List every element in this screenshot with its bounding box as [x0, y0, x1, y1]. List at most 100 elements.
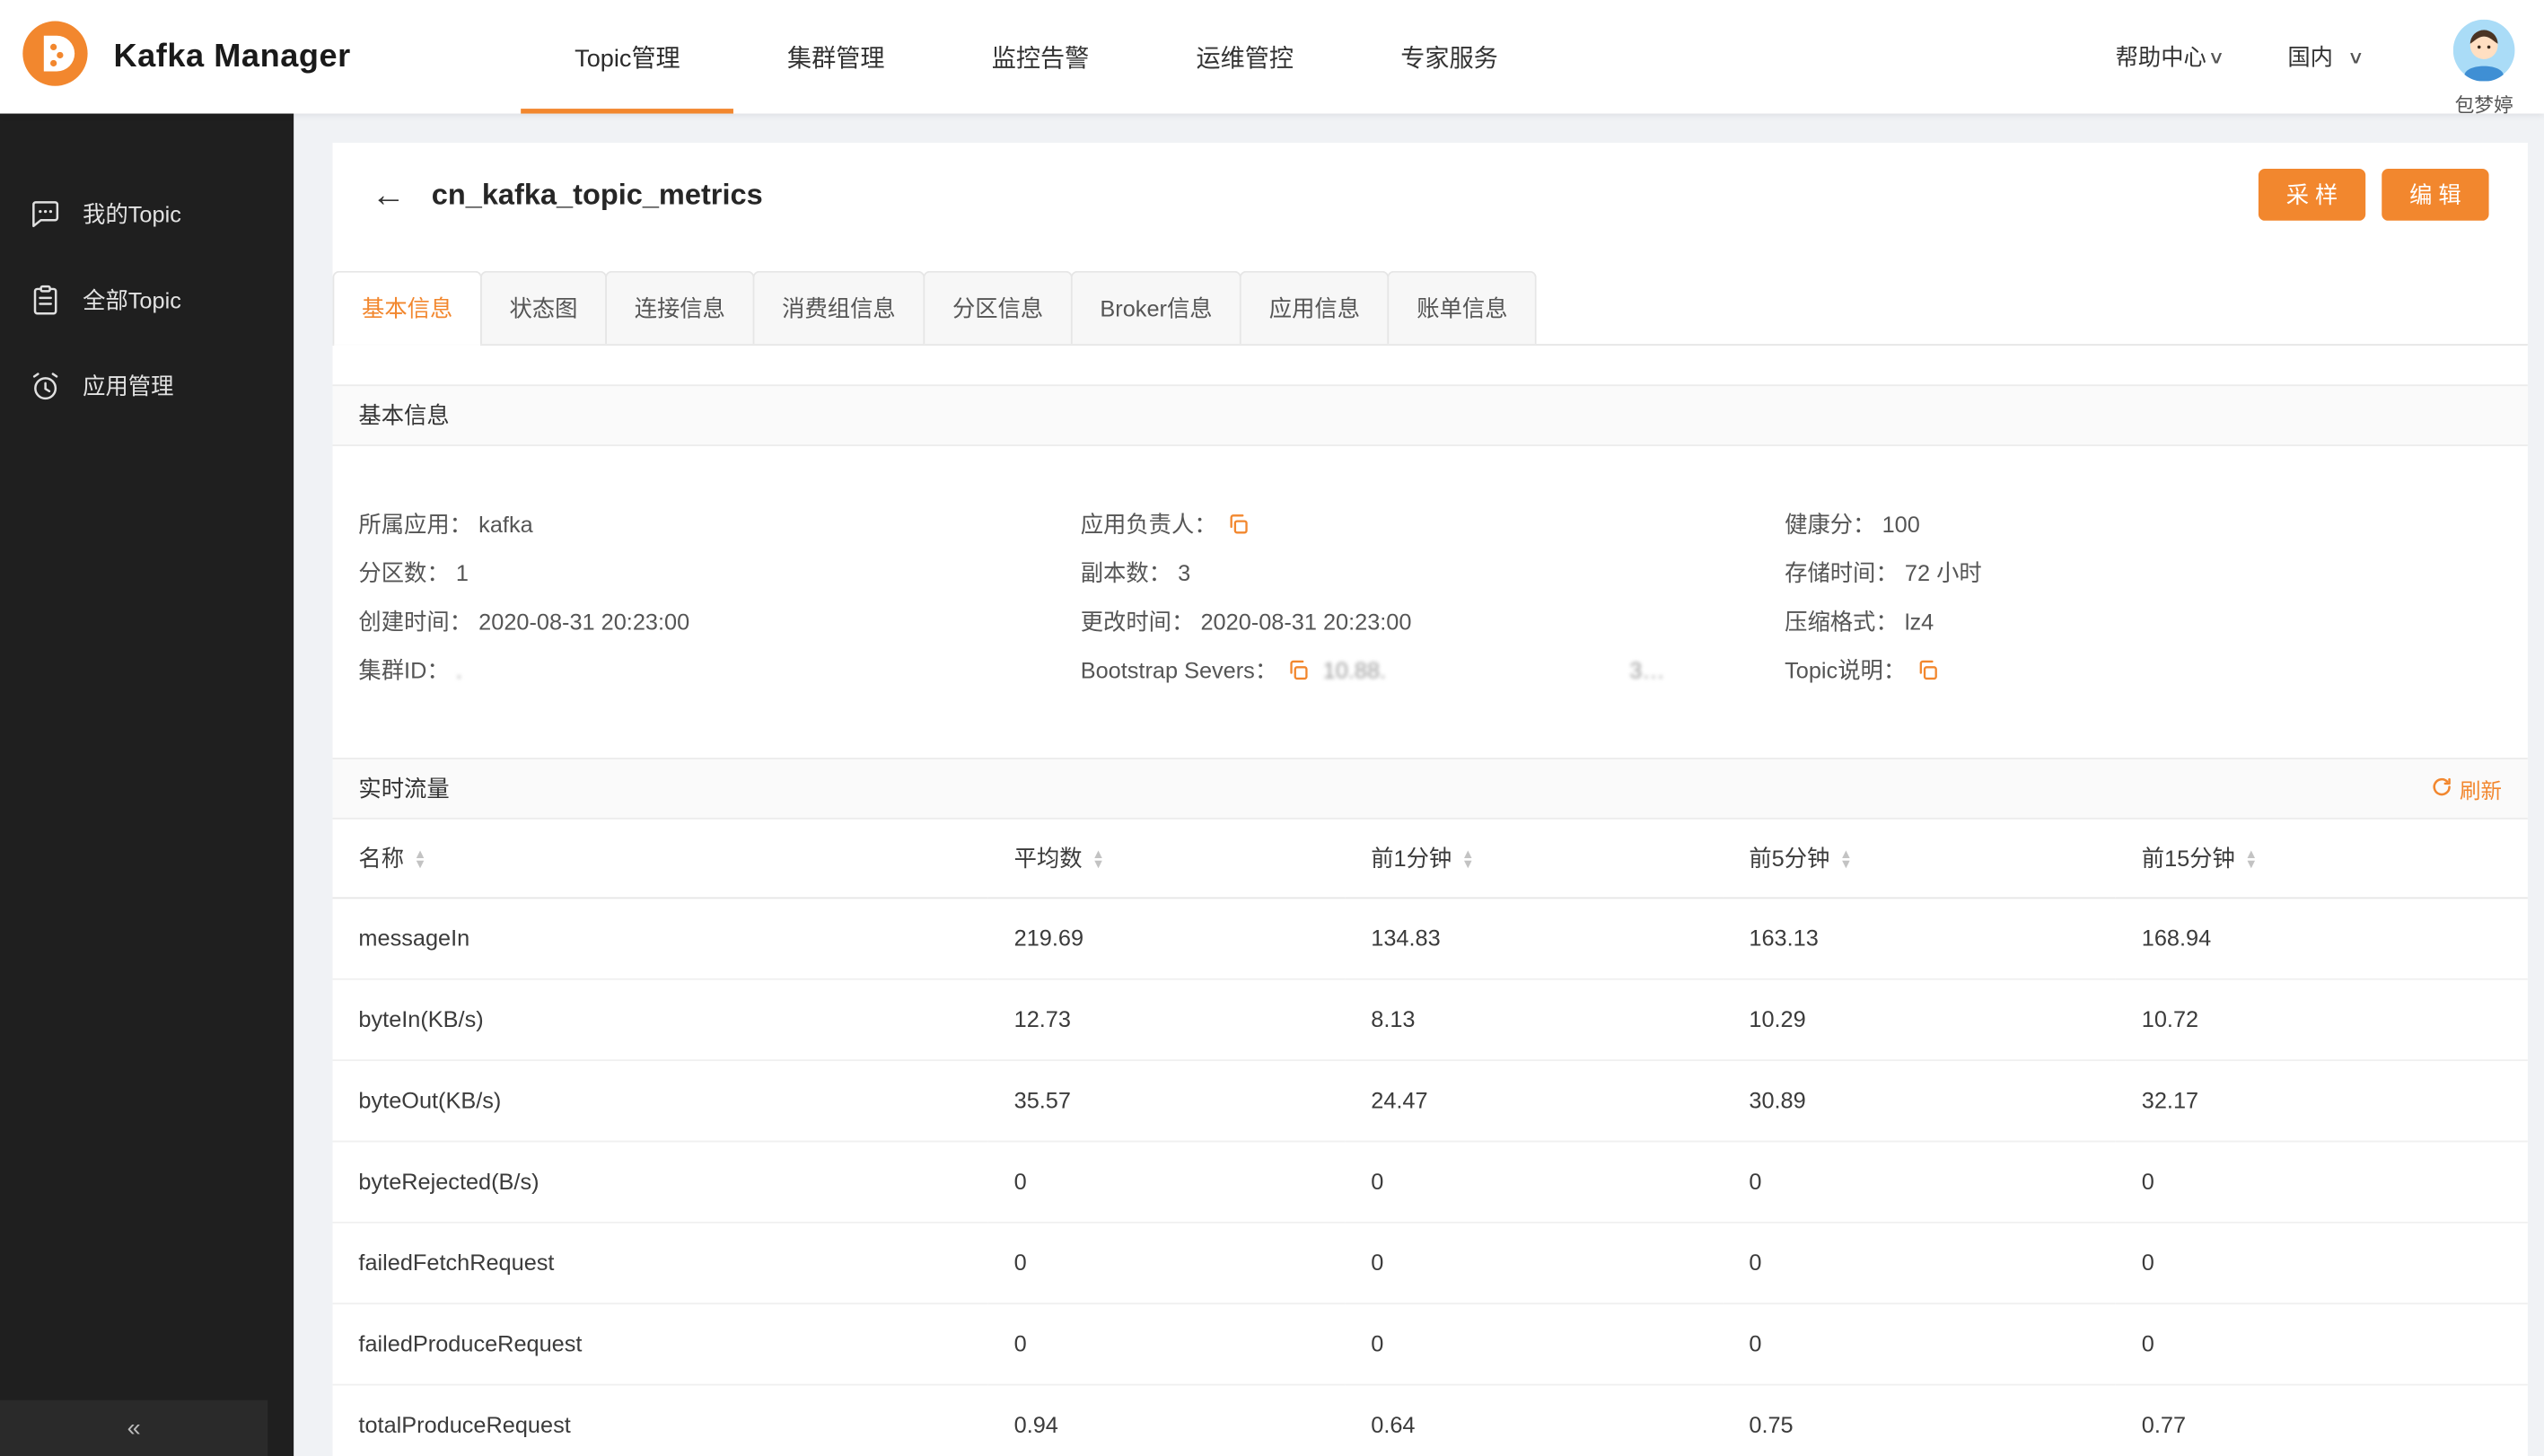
info-item-cluster-id: 集群ID： . — [358, 656, 462, 683]
page-title-row: ← cn_kafka_topic_metrics 采 样 编 辑 — [333, 143, 2528, 247]
tab-connection-info[interactable]: 连接信息 — [605, 270, 755, 345]
sidebar-item-app-management[interactable]: 应用管理 — [0, 342, 294, 428]
nav-item-expert-service[interactable]: 专家服务 — [1347, 0, 1552, 114]
help-center-menu[interactable]: 帮助中心 ∨ — [2115, 40, 2225, 73]
copy-icon[interactable] — [1226, 513, 1249, 535]
nav-label: 运维管控 — [1196, 44, 1294, 73]
chevron-down-icon: ∨ — [2347, 48, 2364, 68]
app-logo-icon — [20, 17, 92, 97]
edit-button[interactable]: 编 辑 — [2382, 168, 2489, 221]
nav-label: 监控告警 — [991, 44, 1090, 73]
table-header-row: 名称 ▲ ▼ 平均数 ▲ ▼ 前1分钟 ▲ ▼ 前5分钟 ▲ ▼ 前15分钟 ▲ ▼ — [332, 819, 2528, 899]
cell-last-5min: 0 — [1723, 1303, 2116, 1385]
sidebar-item-my-topics[interactable]: 我的Topic — [0, 171, 294, 257]
tab-broker-info[interactable]: Broker信息 — [1070, 270, 1242, 345]
section-title: 基本信息 — [358, 402, 450, 429]
column-header-last-1min[interactable]: 前1分钟 ▲ ▼ — [1345, 819, 1724, 899]
user-avatar — [2452, 18, 2515, 89]
app-logo-link[interactable]: Kafka Manager — [20, 17, 351, 97]
section-title: 实时流量 — [358, 775, 450, 802]
chevron-down-icon: ∨ — [2207, 48, 2225, 68]
sidebar-collapse-button[interactable]: « — [0, 1399, 268, 1456]
sidebar-item-label: 应用管理 — [83, 372, 174, 399]
cell-last-15min: 0 — [2115, 1221, 2528, 1304]
help-center-label: 帮助中心 — [2115, 43, 2206, 70]
section-header-basic-info: 基本信息 — [332, 384, 2528, 447]
nav-item-cluster-management[interactable]: 集群管理 — [733, 0, 938, 114]
info-item-owner: 应用负责人： — [1081, 500, 1785, 548]
cell-metric-name: failedFetchRequest — [332, 1221, 988, 1304]
cell-last-15min: 0.77 — [2115, 1383, 2528, 1456]
tab-label: Broker信息 — [1100, 294, 1213, 321]
user-name: 包梦婷 — [2454, 92, 2513, 117]
nav-item-ops-control[interactable]: 运维管控 — [1143, 0, 1347, 114]
tab-label: 分区信息 — [952, 294, 1044, 321]
tab-status-chart[interactable]: 状态图 — [479, 270, 607, 345]
table-row: totalProduceRequest 0.94 0.64 0.75 0.77 — [332, 1383, 2528, 1456]
sample-button[interactable]: 采 样 — [2258, 168, 2366, 221]
column-header-last-5min[interactable]: 前5分钟 ▲ ▼ — [1723, 819, 2116, 899]
table-row: messageIn 219.69 134.83 163.13 168.94 — [332, 897, 2528, 979]
title-actions: 采 样 编 辑 — [2258, 168, 2489, 221]
sort-icons: ▲ ▼ — [1092, 846, 1105, 872]
tab-partition-info[interactable]: 分区信息 — [923, 270, 1073, 345]
tab-label: 应用信息 — [1268, 294, 1361, 321]
cell-average: 12.73 — [987, 978, 1346, 1061]
page-title: cn_kafka_topic_metrics — [431, 177, 763, 211]
sort-icons: ▲ ▼ — [2244, 846, 2258, 872]
region-selector[interactable]: 国内 ∨ — [2287, 40, 2364, 73]
basic-info-grid: 所属应用： kafka 应用负责人： 健康分： 100 分区数： 1 副本数： … — [333, 446, 2528, 727]
cell-average: 0 — [987, 1303, 1346, 1385]
tab-consumer-group-info[interactable]: 消费组信息 — [752, 270, 925, 345]
sort-icons: ▲ ▼ — [1839, 846, 1853, 872]
cell-last-1min: 0 — [1345, 1303, 1724, 1385]
cell-metric-name: totalProduceRequest — [332, 1383, 988, 1456]
table-row: byteRejected(B/s) 0 0 0 0 — [332, 1140, 2528, 1223]
column-header-name[interactable]: 名称 ▲ ▼ — [332, 819, 988, 899]
column-header-last-15min[interactable]: 前15分钟 ▲ ▼ — [2115, 819, 2528, 899]
sidebar-item-label: 我的Topic — [83, 200, 181, 227]
sidebar: 我的Topic 全部Topic 应用管理 « — [0, 113, 294, 1456]
top-nav: Topic管理 集群管理 监控告警 运维管控 专家服务 — [521, 0, 1552, 114]
cell-last-5min: 0 — [1723, 1140, 2116, 1223]
column-header-average[interactable]: 平均数 ▲ ▼ — [987, 819, 1346, 899]
cell-last-5min: 0.75 — [1723, 1383, 2116, 1456]
tab-label: 基本信息 — [362, 294, 453, 321]
refresh-button[interactable]: 刷新 — [2430, 773, 2502, 803]
info-item-bootstrap-servers: Bootstrap Severs： 10.88. 3… — [1080, 656, 1665, 683]
info-item-partitions: 分区数： 1 — [358, 559, 469, 586]
sort-icons: ▲ ▼ — [1461, 846, 1475, 872]
tab-basic-info[interactable]: 基本信息 — [332, 270, 482, 346]
nav-item-monitor-alerts[interactable]: 监控告警 — [938, 0, 1143, 114]
tab-billing-info[interactable]: 账单信息 — [1387, 270, 1538, 345]
alarm-icon — [28, 367, 64, 403]
sidebar-item-all-topics[interactable]: 全部Topic — [0, 257, 294, 343]
cell-last-15min: 10.72 — [2115, 978, 2528, 1061]
nav-item-topic-management[interactable]: Topic管理 — [521, 0, 734, 114]
cell-last-1min: 134.83 — [1345, 897, 1724, 979]
sort-icons: ▲ ▼ — [413, 846, 427, 872]
metrics-table: 名称 ▲ ▼ 平均数 ▲ ▼ 前1分钟 ▲ ▼ 前5分钟 ▲ ▼ 前15分钟 ▲ ▼ message… — [332, 819, 2528, 1456]
nav-label: Topic管理 — [575, 44, 680, 73]
region-label: 国内 — [2287, 43, 2333, 70]
cell-last-1min: 0.64 — [1345, 1383, 1724, 1456]
table-row: byteOut(KB/s) 35.57 24.47 30.89 32.17 — [332, 1059, 2528, 1142]
cell-metric-name: byteIn(KB/s) — [332, 978, 988, 1061]
cell-last-5min: 163.13 — [1723, 897, 2116, 979]
copy-icon[interactable] — [1916, 659, 1938, 681]
tab-app-info[interactable]: 应用信息 — [1240, 270, 1390, 345]
cell-last-15min: 0 — [2115, 1140, 2528, 1223]
cell-average: 219.69 — [987, 897, 1346, 979]
refresh-label: 刷新 — [2459, 777, 2503, 803]
info-item-topic-description: Topic说明： — [1785, 645, 2528, 694]
cell-metric-name: byteOut(KB/s) — [332, 1059, 988, 1142]
sidebar-item-label: 全部Topic — [83, 286, 181, 312]
cell-average: 35.57 — [987, 1059, 1346, 1142]
copy-icon[interactable] — [1287, 659, 1310, 681]
back-button[interactable]: ← — [372, 178, 406, 212]
info-item-modified-time: 更改时间： 2020-08-31 20:23:00 — [1080, 608, 1412, 635]
cell-last-1min: 8.13 — [1345, 978, 1724, 1061]
cell-metric-name: byteRejected(B/s) — [332, 1140, 988, 1223]
cell-last-5min: 0 — [1723, 1221, 2116, 1304]
user-menu[interactable]: 包梦婷 — [2452, 18, 2515, 118]
